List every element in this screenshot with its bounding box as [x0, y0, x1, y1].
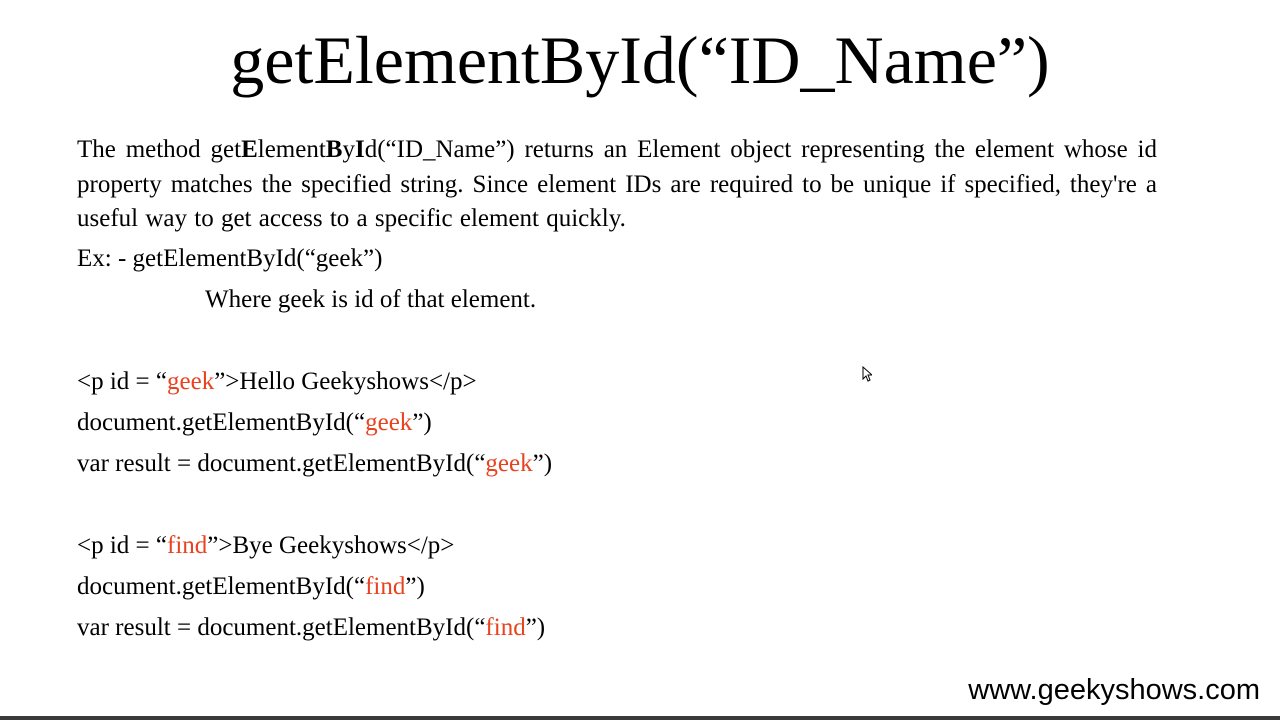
code-2-line-1: <p id = “find”>Bye Geekyshows</p> [77, 530, 454, 562]
description-bold-e: E [241, 136, 258, 163]
description-text-2: lement [257, 136, 326, 163]
description-text-3: y [342, 136, 355, 163]
code-1-line-1: <p id = “geek”>Hello Geekyshows</p> [77, 366, 477, 398]
code-2-line-3-id: find [485, 614, 526, 641]
code-1-line-3-pre: var result = document.getElementById(“ [77, 450, 486, 477]
code-1-line-1-pre: <p id = “ [77, 368, 167, 395]
code-1-line-3-post: ”) [532, 450, 553, 477]
code-2-line-1-pre: <p id = “ [77, 532, 167, 559]
description-bold-i: I [354, 136, 365, 163]
code-2-line-2: document.getElementById(“find”) [77, 571, 425, 603]
code-2-line-2-pre: document.getElementById(“ [77, 573, 366, 600]
footer-website-url: www.geekyshows.com [968, 674, 1260, 706]
code-1-line-3-id: geek [485, 450, 533, 477]
description-text-1: The method get [77, 136, 242, 163]
code-1-line-3: var result = document.getElementById(“ge… [77, 448, 552, 480]
example-label: Ex: - getElementById(“geek”) [77, 245, 383, 272]
code-2-line-2-post: ”) [405, 573, 425, 600]
code-2-line-1-id: find [167, 532, 208, 559]
example-note: Where geek is id of that element. [205, 286, 537, 313]
code-1-line-2-id: geek [365, 409, 413, 436]
bottom-divider [0, 716, 1280, 720]
code-2-line-1-post: ”>Bye Geekyshows</p> [207, 532, 455, 559]
code-1-line-2-post: ”) [412, 409, 432, 436]
slide: getElementById(“ID_Name”) The method get… [0, 0, 1280, 720]
code-1-line-1-post: ”>Hello Geekyshows</p> [214, 368, 477, 395]
code-2-line-3-pre: var result = document.getElementById(“ [77, 614, 486, 641]
mouse-pointer-icon [862, 366, 872, 382]
code-1-line-2: document.getElementById(“geek”) [77, 407, 432, 439]
slide-title: getElementById(“ID_Name”) [230, 22, 1050, 98]
description-paragraph: The method getElementById(“ID_Name”) ret… [77, 133, 1157, 237]
code-2-line-2-id: find [365, 573, 406, 600]
description-bold-b: B [325, 136, 343, 163]
code-1-line-1-id: geek [167, 368, 215, 395]
code-2-line-3-post: ”) [525, 614, 546, 641]
code-2-line-3: var result = document.getElementById(“fi… [77, 612, 545, 644]
code-1-line-2-pre: document.getElementById(“ [77, 409, 366, 436]
